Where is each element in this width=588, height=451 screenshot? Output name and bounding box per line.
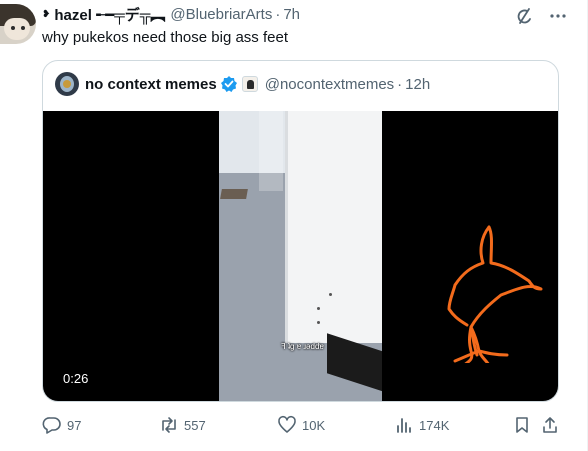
share-button[interactable]: [540, 414, 560, 436]
tweet-text: why pukekos need those big ass feet: [42, 29, 288, 46]
grok-icon[interactable]: [515, 6, 535, 26]
verified-badge-icon: [220, 75, 238, 93]
reply-icon: [42, 417, 61, 434]
reply-button[interactable]: 97: [42, 414, 81, 436]
video-player[interactable]: ꟻ ʇg ɐ ɹǝddɐ 0:26: [43, 111, 558, 401]
heart-icon: [278, 415, 296, 433]
quoted-post[interactable]: no context memes @nocontextmemes · 12h ꟻ…: [42, 60, 559, 402]
quoted-author-avatar[interactable]: [55, 72, 79, 96]
action-bar: 97 557 10K 174K: [42, 414, 562, 436]
separator-dot: ·: [275, 5, 281, 23]
tweet[interactable]: ❥ hazel ╾━╤デ╦︻ @BluebriarArts · 7h why p…: [0, 0, 588, 451]
quoted-author-name[interactable]: no context memes: [85, 76, 217, 93]
video-duration: 0:26: [55, 369, 97, 389]
views-icon: [397, 418, 411, 433]
bookmark-icon: [516, 417, 528, 433]
repost-count: 557: [184, 417, 206, 433]
video-subtitle: ꟻ ʇg ɐ ɹǝddɐ: [281, 342, 324, 351]
quoted-post-header: no context memes @nocontextmemes · 12h: [55, 72, 430, 96]
author-glyph: ❥: [42, 8, 51, 20]
video-frame: ꟻ ʇg ɐ ɹǝddɐ: [219, 111, 382, 401]
affiliate-badge-icon: [241, 76, 258, 92]
repost-icon: [162, 417, 176, 433]
bookmark-button[interactable]: [512, 414, 532, 436]
more-icon[interactable]: [549, 7, 567, 25]
post-time[interactable]: 7h: [283, 6, 300, 23]
share-icon: [543, 417, 557, 433]
views-button[interactable]: 174K: [394, 414, 449, 436]
bird-doodle: [447, 225, 543, 363]
like-count: 10K: [302, 417, 326, 433]
reply-count: 97: [67, 417, 82, 433]
author-name[interactable]: hazel ╾━╤デ╦︻: [54, 4, 165, 25]
quoted-author-handle[interactable]: @nocontextmemes: [265, 76, 394, 93]
tweet-header: ❥ hazel ╾━╤デ╦︻ @BluebriarArts · 7h: [42, 4, 300, 24]
author-handle[interactable]: @BluebriarArts: [170, 6, 272, 23]
quoted-separator-dot: ·: [397, 75, 403, 93]
like-button[interactable]: 10K: [277, 414, 325, 436]
top-icons: [515, 6, 567, 26]
quoted-post-time[interactable]: 12h: [405, 76, 430, 93]
views-count: 174K: [419, 417, 450, 433]
author-avatar[interactable]: [0, 4, 36, 44]
repost-button[interactable]: 557: [159, 414, 206, 436]
